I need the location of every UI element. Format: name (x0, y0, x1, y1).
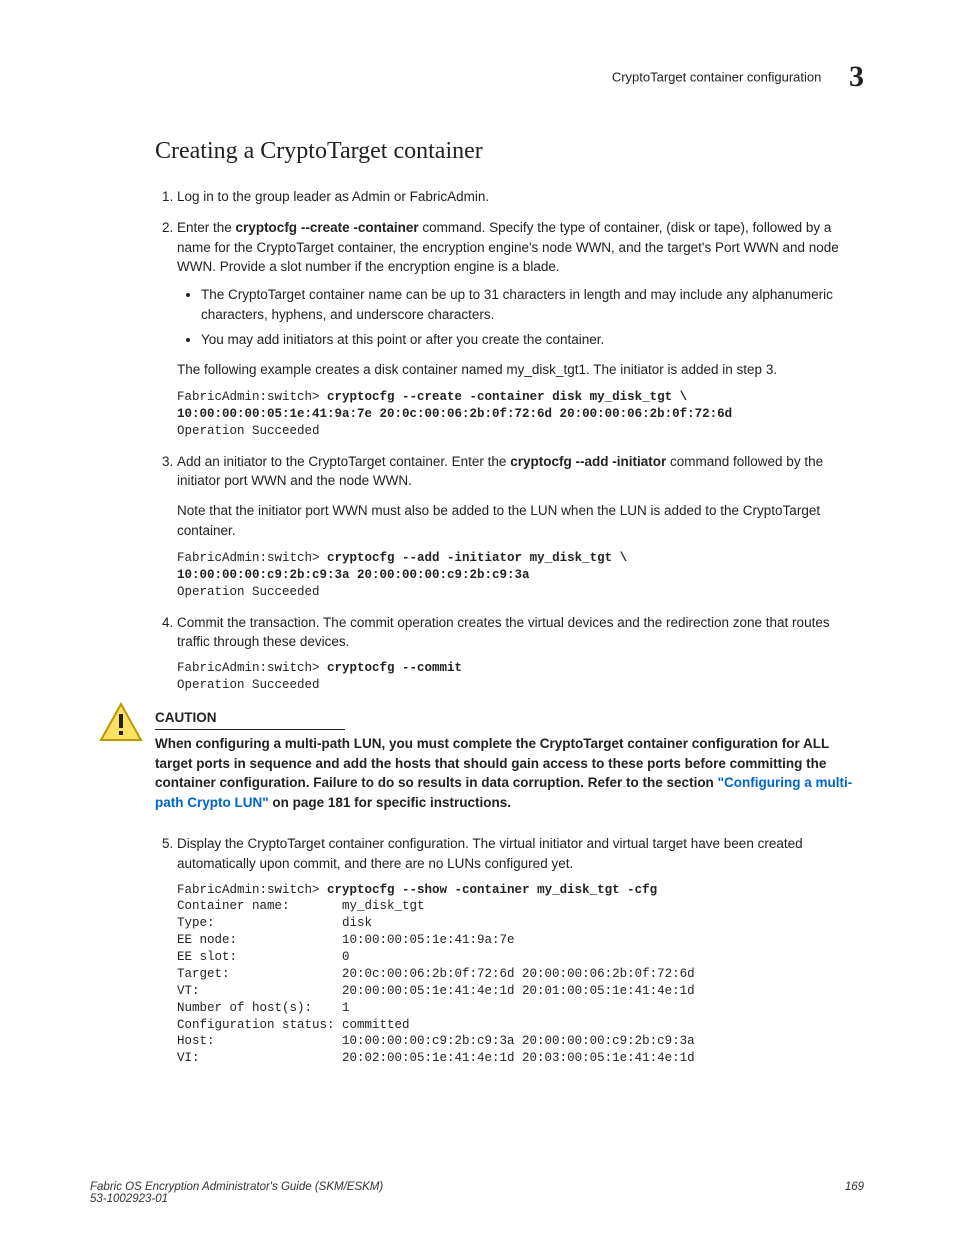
code-output: Operation Succeeded (177, 424, 320, 438)
page-footer: Fabric OS Encryption Administrator's Gui… (90, 1181, 864, 1205)
code-bold: 10:00:00:00:c9:2b:c9:3a 20:00:00:00:c9:2… (177, 568, 530, 582)
code-bold: cryptocfg --show -container my_disk_tgt … (327, 883, 657, 897)
code-prompt: FabricAdmin:switch> (177, 390, 327, 404)
step-4-text: Commit the transaction. The commit opera… (177, 615, 830, 650)
chapter-number: 3 (849, 60, 864, 93)
step-2-cmd-3: -container (353, 220, 418, 235)
step-2-cmd-1: cryptocfg (236, 220, 298, 235)
step-2-bullets: The CryptoTarget container name can be u… (195, 285, 864, 350)
caution-icon (99, 702, 143, 748)
section-heading: Creating a CryptoTarget container (155, 134, 864, 169)
header-title: CryptoTarget container configuration (612, 70, 822, 85)
step-3-code: FabricAdmin:switch> cryptocfg --add -ini… (177, 550, 864, 601)
step-4-code: FabricAdmin:switch> cryptocfg --commit O… (177, 660, 864, 694)
code-output: Operation Succeeded (177, 678, 320, 692)
step-3-cmd-3: -initiator (612, 454, 666, 469)
step-3-note: Note that the initiator port WWN must al… (177, 501, 864, 540)
caution-text-post: on page 181 for specific instructions. (269, 795, 511, 810)
step-1-text: Log in to the group leader as Admin or F… (177, 189, 489, 204)
caution-body: CAUTION When configuring a multi-path LU… (155, 708, 864, 813)
step-3-cmd-2: --add (575, 454, 608, 469)
step-2: Enter the cryptocfg --create -container … (177, 218, 864, 440)
step-1: Log in to the group leader as Admin or F… (177, 187, 864, 207)
code-bold: cryptocfg --commit (327, 661, 462, 675)
code-bold: cryptocfg --add -initiator my_disk_tgt \ (327, 551, 627, 565)
step-list-cont: Display the CryptoTarget container confi… (155, 834, 864, 1067)
step-2-code: FabricAdmin:switch> cryptocfg --create -… (177, 389, 864, 440)
code-prompt: FabricAdmin:switch> (177, 883, 327, 897)
step-3-prefix: Add an initiator to the CryptoTarget con… (177, 454, 510, 469)
caution-label: CAUTION (155, 708, 345, 731)
caution-block: CAUTION When configuring a multi-path LU… (99, 708, 864, 813)
code-bold: 10:00:00:00:05:1e:41:9a:7e 20:0c:00:06:2… (177, 407, 732, 421)
caution-text: When configuring a multi-path LUN, you m… (155, 734, 864, 812)
step-3-cmd-1: cryptocfg (510, 454, 572, 469)
code-prompt: FabricAdmin:switch> (177, 661, 327, 675)
step-3: Add an initiator to the CryptoTarget con… (177, 452, 864, 601)
step-5-code: FabricAdmin:switch> cryptocfg --show -co… (177, 882, 864, 1068)
code-output: Operation Succeeded (177, 585, 320, 599)
code-bold: cryptocfg --create -container disk my_di… (327, 390, 687, 404)
footer-doc-id: 53-1002923-01 (90, 1193, 168, 1205)
running-header: CryptoTarget container configuration 3 (90, 60, 864, 94)
step-2-prefix: Enter the (177, 220, 236, 235)
code-prompt: FabricAdmin:switch> (177, 551, 327, 565)
step-5-text: Display the CryptoTarget container confi… (177, 836, 803, 871)
footer-doc-title: Fabric OS Encryption Administrator's Gui… (90, 1181, 383, 1193)
step-2-bullet-2: You may add initiators at this point or … (201, 330, 864, 350)
step-list: Log in to the group leader as Admin or F… (155, 187, 864, 694)
step-4: Commit the transaction. The commit opera… (177, 613, 864, 694)
step-2-cmd-2: --create (301, 220, 350, 235)
footer-page-number: 169 (845, 1181, 864, 1205)
footer-left: Fabric OS Encryption Administrator's Gui… (90, 1181, 383, 1205)
step-5: Display the CryptoTarget container confi… (177, 834, 864, 1067)
step-2-note: The following example creates a disk con… (177, 360, 864, 380)
step-2-bullet-1: The CryptoTarget container name can be u… (201, 285, 864, 324)
code-output: Container name: my_disk_tgt Type: disk E… (177, 899, 695, 1065)
